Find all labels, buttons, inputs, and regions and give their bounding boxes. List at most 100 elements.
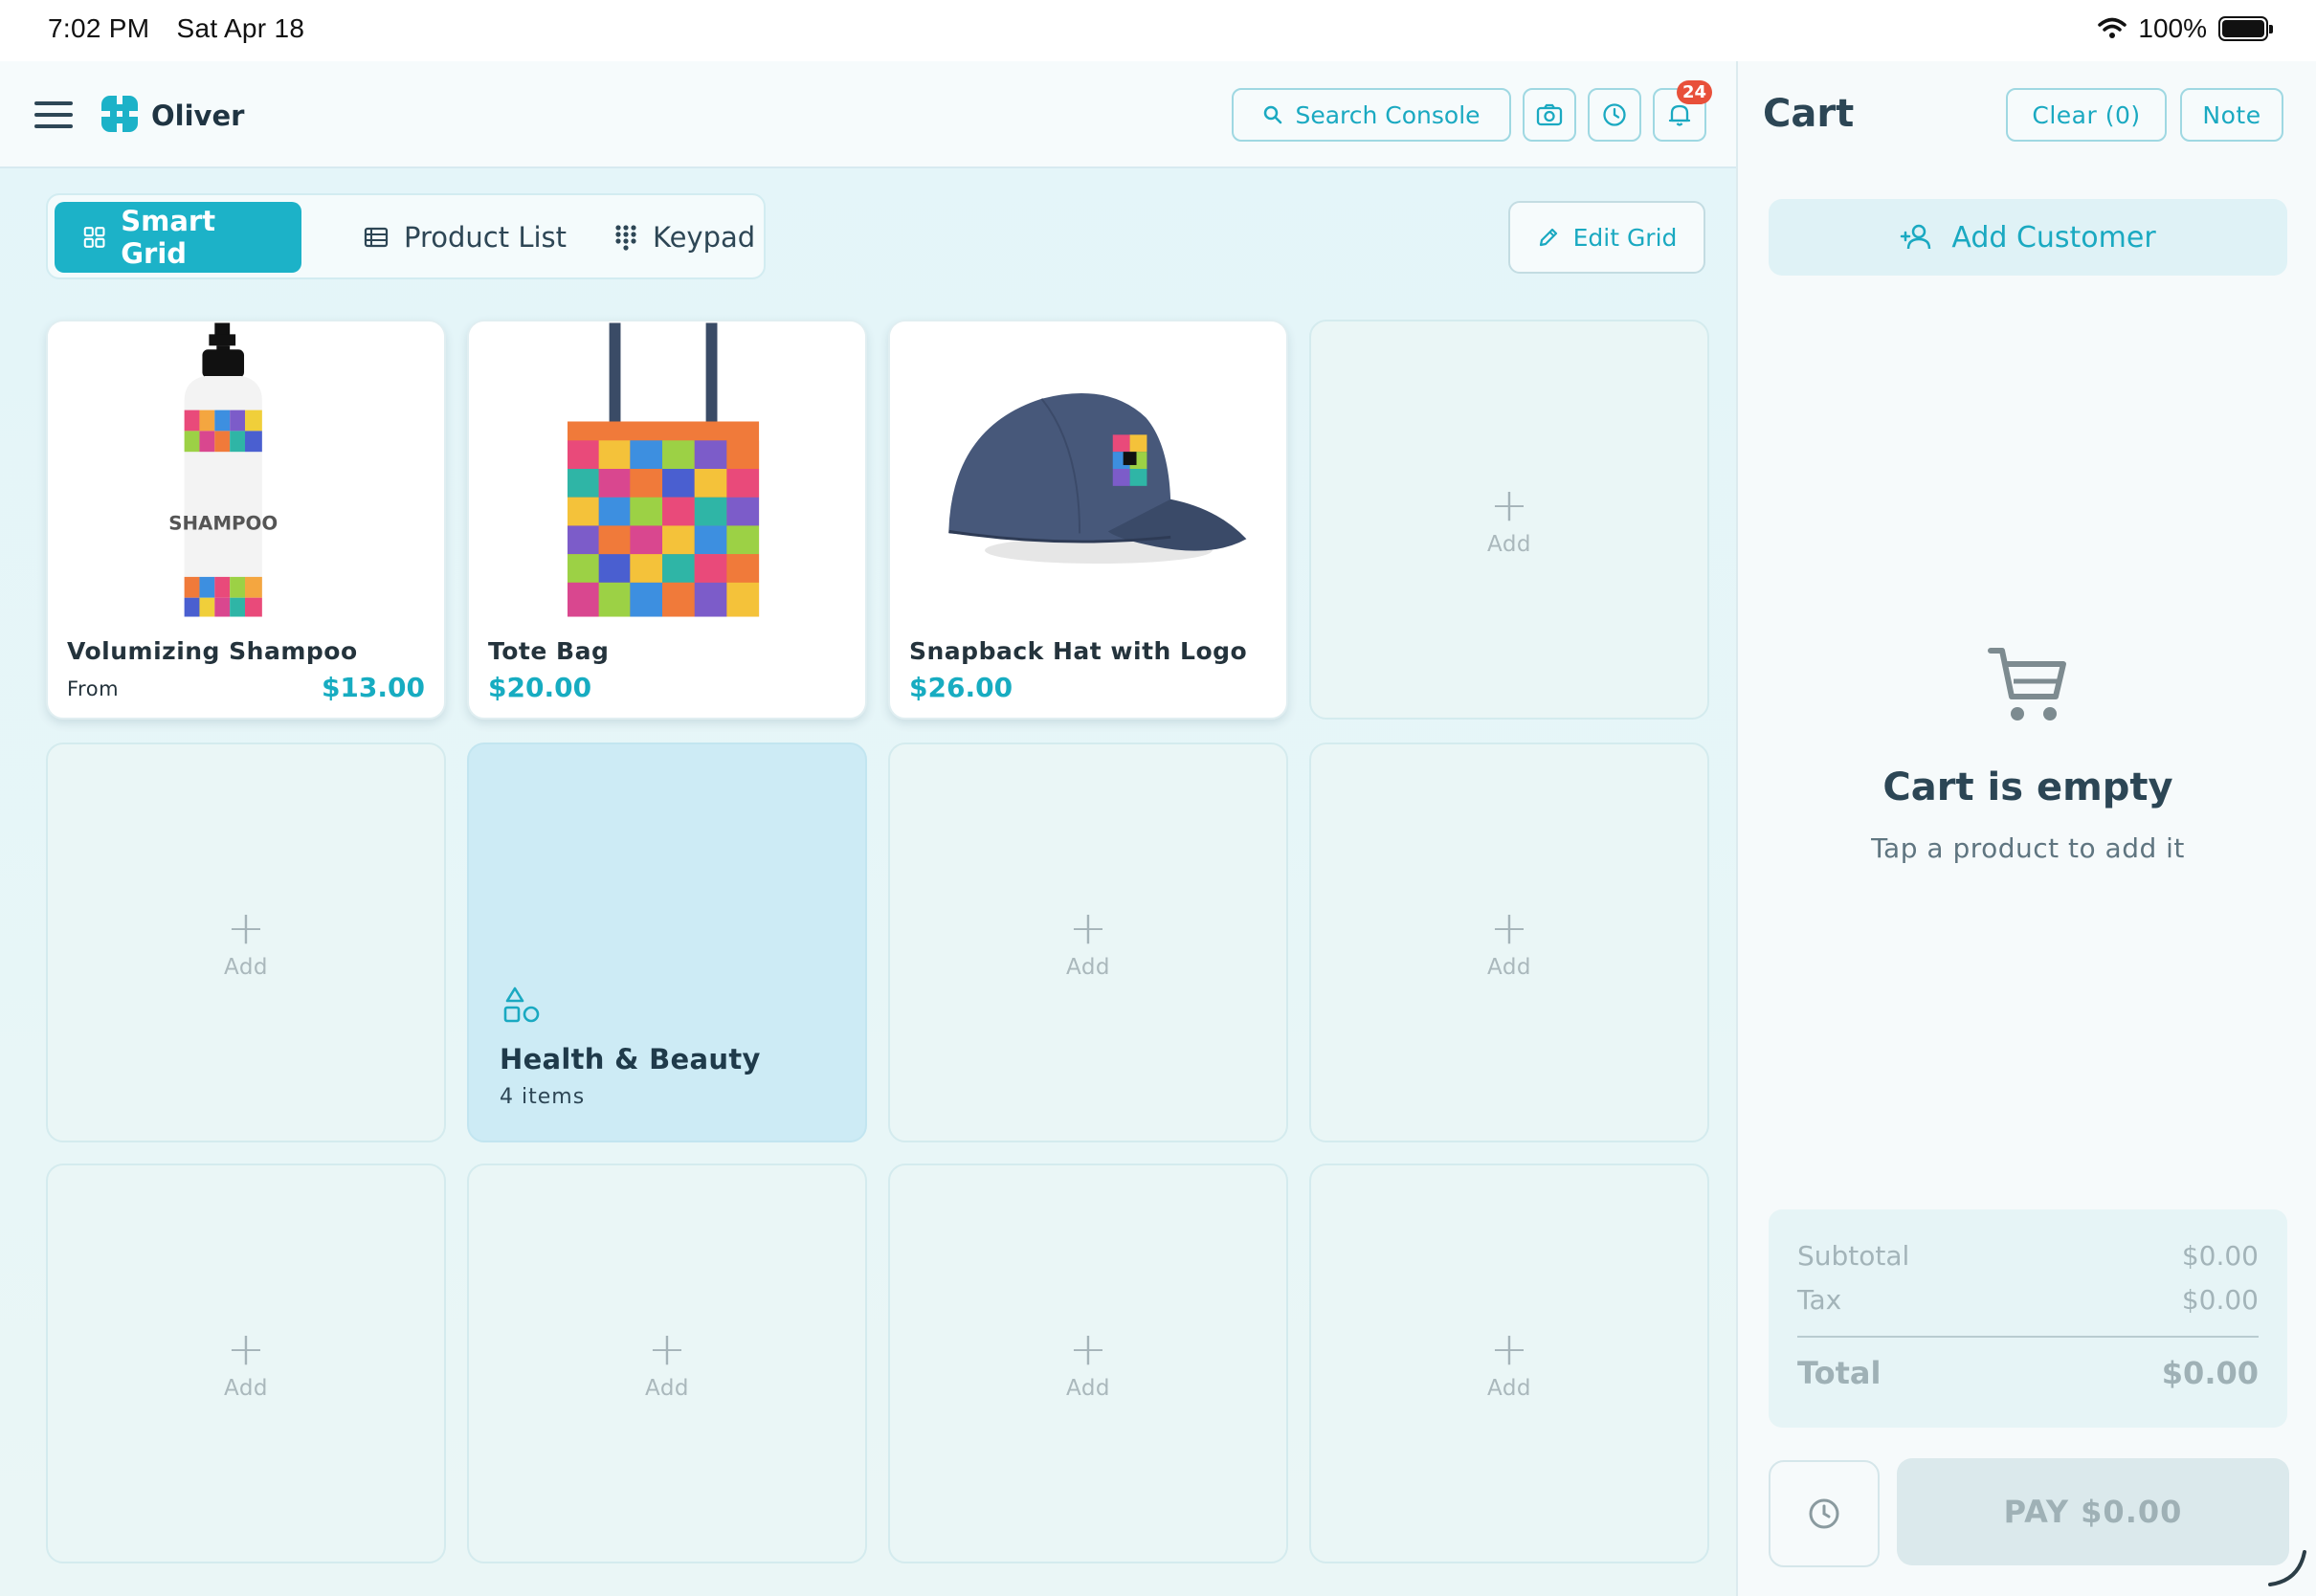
empty-grid-slot[interactable]: + Add (46, 743, 446, 1142)
tote-bag-image (469, 322, 865, 617)
empty-grid-slot[interactable]: + Add (46, 1164, 446, 1563)
category-name: Health & Beauty (500, 1043, 761, 1075)
bell-icon (1668, 104, 1691, 126)
status-time-date: 7:02 PM Sat Apr 18 (48, 13, 323, 44)
add-customer-button[interactable]: Add Customer (1769, 199, 2287, 276)
product-tile-volumizing-shampoo[interactable]: SHAMPOO Volumizing Shampoo From $13.00 (46, 320, 446, 720)
plus-icon: + (1489, 1322, 1529, 1376)
status-time: 7:02 PM (48, 13, 150, 43)
brand-name: Oliver (151, 100, 245, 132)
add-user-icon (1901, 224, 1931, 250)
empty-grid-slot[interactable]: + Add (1309, 320, 1709, 720)
grid-icon (83, 227, 105, 248)
menu-icon[interactable] (34, 101, 73, 128)
subtotal-row: Subtotal $0.00 (1797, 1240, 2259, 1272)
shampoo-image: SHAMPOO (48, 322, 444, 617)
pencil-icon (1539, 228, 1557, 247)
notification-badge: 24 (1676, 80, 1712, 104)
plus-icon: + (1068, 901, 1108, 955)
add-label: Add (644, 1376, 690, 1401)
shapes-icon (503, 986, 540, 1023)
product-price: $13.00 (321, 672, 425, 703)
product-name: Tote Bag (488, 637, 610, 665)
search-console-button[interactable]: Search Console (1232, 88, 1511, 142)
battery-icon (2218, 16, 2273, 41)
note-button[interactable]: Note (2180, 88, 2283, 142)
product-price-prefix: From (67, 677, 120, 700)
keypad-icon (615, 225, 636, 251)
subtotal-label: Subtotal (1797, 1240, 1910, 1272)
top-bar: Oliver Search Console 24 (0, 61, 1736, 168)
plus-icon: + (647, 1322, 687, 1376)
cart-panel: Cart Clear (0) Note Add Customer Cart is… (1736, 61, 2316, 1596)
main-area: Oliver Search Console 24 Smart Grid Prod… (0, 61, 1736, 1596)
camera-button[interactable] (1523, 88, 1576, 142)
totals-summary: Subtotal $0.00 Tax $0.00 Total $0.00 (1769, 1209, 2287, 1428)
resize-handle-icon (2268, 1550, 2306, 1586)
tax-value: $0.00 (2181, 1284, 2259, 1316)
edit-grid-label: Edit Grid (1572, 223, 1678, 252)
empty-grid-slot[interactable]: + Add (888, 1164, 1288, 1563)
product-price: $26.00 (909, 672, 1013, 703)
empty-cart-state: Cart is empty Tap a product to add it (1738, 643, 2316, 864)
tax-label: Tax (1797, 1284, 1842, 1316)
plus-icon: + (226, 901, 266, 955)
add-label: Add (223, 955, 269, 980)
shopping-cart-icon (1988, 648, 2066, 720)
product-tile-tote-bag[interactable]: Tote Bag $20.00 (467, 320, 867, 720)
list-icon (364, 227, 389, 248)
plus-icon: + (226, 1322, 266, 1376)
oliver-logo-icon (101, 96, 138, 132)
tab-keypad-label: Keypad (653, 221, 756, 254)
clear-cart-button[interactable]: Clear (0) (2006, 88, 2167, 142)
pay-button[interactable]: PAY $0.00 (1897, 1458, 2289, 1565)
search-console-label: Search Console (1295, 100, 1481, 129)
plus-icon: + (1068, 1322, 1108, 1376)
empty-grid-slot[interactable]: + Add (1309, 743, 1709, 1142)
category-count: 4 items (500, 1085, 586, 1109)
tab-keypad[interactable]: Keypad (586, 202, 784, 273)
clock-icon (1603, 103, 1626, 126)
history-button[interactable] (1588, 88, 1641, 142)
empty-cart-subtitle: Tap a product to add it (1871, 832, 2185, 864)
search-icon (1264, 105, 1282, 124)
empty-grid-slot[interactable]: + Add (467, 1164, 867, 1563)
empty-cart-title: Cart is empty (1882, 765, 2173, 809)
add-label: Add (1486, 532, 1532, 557)
totals-divider (1797, 1336, 2259, 1338)
notifications-button[interactable]: 24 (1653, 80, 1712, 142)
category-tile-health-beauty[interactable]: Health & Beauty 4 items (467, 743, 867, 1142)
add-label: Add (1065, 955, 1111, 980)
view-tabs: Smart Grid Product List Keypad (46, 193, 766, 279)
edit-grid-button[interactable]: Edit Grid (1508, 201, 1705, 274)
tax-row: Tax $0.00 (1797, 1284, 2259, 1316)
tab-smart-grid-label: Smart Grid (121, 205, 216, 270)
tab-product-list-label: Product List (404, 221, 568, 254)
empty-grid-slot[interactable]: + Add (888, 743, 1288, 1142)
tab-product-list[interactable]: Product List (335, 202, 595, 273)
product-name: Volumizing Shampoo (67, 637, 358, 665)
status-date: Sat Apr 18 (176, 13, 305, 43)
add-customer-label: Add Customer (1951, 220, 2156, 255)
status-bar: 7:02 PM Sat Apr 18 100% (0, 0, 2316, 61)
subtotal-value: $0.00 (2181, 1240, 2259, 1272)
product-tile-snapback-hat[interactable]: Snapback Hat with Logo $26.00 (888, 320, 1288, 720)
add-label: Add (1486, 955, 1532, 980)
add-label: Add (1065, 1376, 1111, 1401)
total-row: Total $0.00 (1797, 1355, 2259, 1391)
product-price: $20.00 (488, 672, 592, 703)
snapback-hat-image (890, 322, 1286, 617)
park-sale-button[interactable] (1769, 1460, 1880, 1567)
plus-icon: + (1489, 478, 1529, 532)
add-label: Add (223, 1376, 269, 1401)
battery-percent: 100% (2138, 13, 2207, 43)
clock-icon (1809, 1498, 1839, 1529)
shampoo-bottle-label: SHAMPOO (168, 512, 278, 534)
product-name: Snapback Hat with Logo (909, 637, 1248, 665)
empty-grid-slot[interactable]: + Add (1309, 1164, 1709, 1563)
wifi-icon (2098, 17, 2127, 38)
status-indicators: 100% (2098, 13, 2273, 44)
total-label: Total (1797, 1355, 1882, 1391)
tab-smart-grid[interactable]: Smart Grid (55, 202, 301, 273)
total-value: $0.00 (2161, 1355, 2259, 1391)
